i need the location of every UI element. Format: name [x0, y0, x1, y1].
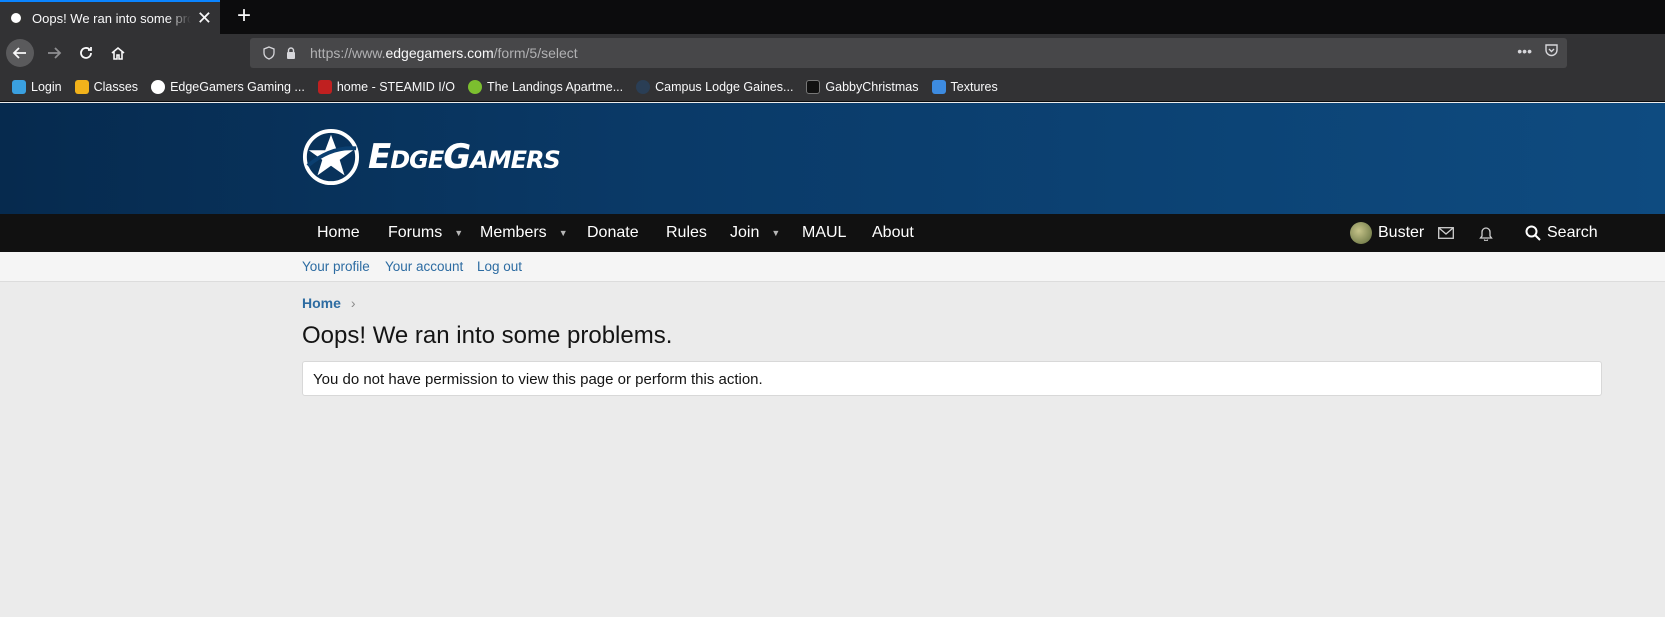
browser-tab-bar: Oops! We ran into some problems. ✕ + [0, 0, 1665, 34]
bookmark-label: Textures [950, 79, 998, 94]
your-profile-link[interactable]: Your profile [302, 259, 370, 274]
bookmark-label: home - STEAMID I/O [336, 79, 455, 94]
lock-icon[interactable] [282, 44, 300, 62]
log-out-link[interactable]: Log out [477, 259, 522, 274]
back-button[interactable] [6, 39, 34, 67]
url-prefix: https://www. [310, 45, 386, 61]
bookmarks-toolbar: Login Classes EdgeGamers Gaming ... home… [0, 72, 1665, 102]
nav-about[interactable]: About [872, 214, 914, 252]
breadcrumb: Home › [302, 295, 356, 311]
landings-icon [467, 79, 482, 94]
bookmark-label: EdgeGamers Gaming ... [170, 79, 305, 94]
error-message-box: You do not have permission to view this … [302, 361, 1602, 396]
error-message-text: You do not have permission to view this … [313, 371, 763, 388]
nav-rules[interactable]: Rules [666, 214, 707, 252]
nav-forums-label: Forums [388, 224, 443, 241]
reload-icon [80, 47, 92, 59]
bookmark-label: Classes [93, 79, 139, 94]
bookmark-item[interactable]: home - STEAMID I/O [317, 79, 455, 94]
bookmark-item[interactable]: The Landings Apartme... [467, 79, 624, 94]
site-logo[interactable]: EdgeGamers [302, 126, 561, 188]
campus-lodge-icon [636, 79, 651, 94]
nav-join[interactable]: Join ▼ [730, 214, 780, 252]
account-subnav: Your profile Your account Log out [0, 252, 1665, 282]
home-icon [111, 46, 125, 60]
username-label: Buster [1378, 224, 1425, 241]
bookmark-item[interactable]: EdgeGamers Gaming ... [151, 79, 305, 94]
edgegamers-star-logo-icon [302, 128, 360, 186]
bookmark-item[interactable]: Campus Lodge Gaines... [636, 79, 794, 94]
page-title: Oops! We ran into some problems. [302, 322, 673, 349]
cloud-icon [12, 79, 26, 94]
cube-icon [931, 79, 946, 94]
pocket-icon[interactable] [1544, 43, 1559, 61]
page-actions-menu-icon[interactable]: ••• [1517, 43, 1532, 61]
bookmark-label: Login [31, 79, 62, 94]
avatar [1350, 222, 1372, 244]
steamid-icon [317, 79, 332, 94]
nav-members-label: Members [480, 224, 547, 241]
your-account-link[interactable]: Your account [385, 259, 463, 274]
bookmark-item[interactable]: Textures [931, 79, 998, 94]
tab-close-icon[interactable]: ✕ [197, 9, 212, 27]
nav-members[interactable]: Members ▼ [480, 214, 568, 252]
edgegamers-favicon-icon [8, 10, 24, 26]
url-path: /form/5/select [493, 45, 578, 61]
browser-toolbar: https://www.edgegamers.com/form/5/select… [0, 34, 1665, 72]
nav-home-label: Home [317, 224, 360, 241]
bookmark-item[interactable]: Classes [74, 79, 139, 94]
tracking-shield-icon[interactable] [260, 44, 278, 62]
new-tab-button[interactable]: + [231, 4, 257, 30]
url-text[interactable]: https://www.edgegamers.com/form/5/select [310, 45, 578, 61]
browser-tab-active[interactable]: Oops! We ran into some problems. ✕ [0, 0, 220, 34]
search-button[interactable]: Search [1525, 214, 1598, 252]
chevron-right-icon: › [350, 295, 356, 311]
gabby-icon [806, 79, 821, 94]
tab-title: Oops! We ran into some problems. [32, 10, 191, 26]
nav-rules-label: Rules [666, 224, 707, 241]
home-button[interactable] [104, 39, 132, 67]
nav-maul-label: MAUL [802, 224, 847, 241]
nav-home[interactable]: Home [317, 214, 360, 252]
bookmark-label: GabbyChristmas [825, 79, 919, 94]
forward-arrow-icon [48, 47, 62, 59]
edgegamers-icon [151, 79, 166, 94]
nav-about-label: About [872, 224, 914, 241]
bookmark-label: The Landings Apartme... [486, 79, 624, 94]
address-bar[interactable]: https://www.edgegamers.com/form/5/select… [250, 38, 1567, 68]
envelope-icon [1438, 227, 1454, 239]
url-host: edgegamers.com [385, 45, 494, 61]
user-menu[interactable]: Buster [1350, 214, 1424, 252]
search-icon [1525, 225, 1541, 241]
classroom-icon [74, 79, 89, 94]
search-label: Search [1547, 224, 1598, 241]
chevron-down-icon[interactable]: ▼ [454, 228, 463, 238]
nav-donate[interactable]: Donate [587, 214, 639, 252]
nav-maul[interactable]: MAUL [802, 214, 846, 252]
main-navigation: Home Forums ▼ Members ▼ Donate Rules Join ▼… [0, 214, 1665, 252]
chevron-down-icon[interactable]: ▼ [771, 228, 780, 238]
bookmark-item[interactable]: GabbyChristmas [806, 79, 919, 94]
alerts-button[interactable] [1479, 214, 1493, 252]
forward-button[interactable] [40, 39, 68, 67]
logo-text: EdgeGamers [368, 137, 561, 177]
reload-button[interactable] [72, 39, 100, 67]
bell-icon [1479, 227, 1493, 241]
nav-forums[interactable]: Forums ▼ [388, 214, 463, 252]
back-arrow-icon [12, 47, 26, 59]
nav-join-label: Join [730, 224, 760, 241]
site-header: EdgeGamers [0, 103, 1665, 214]
bookmark-label: Campus Lodge Gaines... [655, 79, 794, 94]
conversations-button[interactable] [1438, 214, 1454, 252]
nav-donate-label: Donate [587, 224, 639, 241]
chevron-down-icon[interactable]: ▼ [559, 228, 568, 238]
bookmark-item[interactable]: Login [12, 79, 62, 94]
breadcrumb-home-link[interactable]: Home [302, 295, 341, 311]
